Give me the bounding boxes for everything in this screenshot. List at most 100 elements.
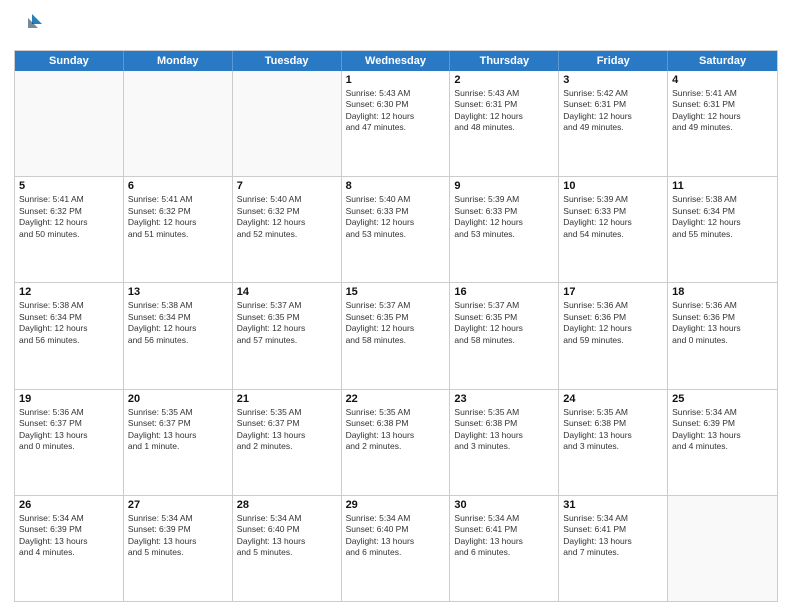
calendar-cell: 7 Sunrise: 5:40 AM Sunset: 6:32 PM Daylig… [233, 177, 342, 282]
calendar-cell: 19 Sunrise: 5:36 AM Sunset: 6:37 PM Dayli… [15, 390, 124, 495]
calendar-cell: 30 Sunrise: 5:34 AM Sunset: 6:41 PM Dayli… [450, 496, 559, 601]
day-number: 3 [563, 74, 663, 86]
cell-info: Sunrise: 5:36 AM Sunset: 6:37 PM Dayligh… [19, 407, 119, 453]
cell-info: Sunrise: 5:34 AM Sunset: 6:41 PM Dayligh… [563, 513, 663, 559]
calendar-cell: 1 Sunrise: 5:43 AM Sunset: 6:30 PM Daylig… [342, 71, 451, 176]
day-number: 9 [454, 180, 554, 192]
calendar-cell: 25Sunrise: 5:34 AM Sunset: 6:39 PM Dayli… [668, 390, 777, 495]
cell-info: Sunrise: 5:43 AM Sunset: 6:30 PM Dayligh… [346, 88, 446, 134]
calendar-cell: 29 Sunrise: 5:34 AM Sunset: 6:40 PM Dayli… [342, 496, 451, 601]
cell-info: Sunrise: 5:41 AM Sunset: 6:32 PM Dayligh… [19, 194, 119, 240]
calendar-row: 1 Sunrise: 5:43 AM Sunset: 6:30 PM Daylig… [15, 71, 777, 177]
calendar-cell: 21 Sunrise: 5:35 AM Sunset: 6:37 PM Dayli… [233, 390, 342, 495]
cell-info: Sunrise: 5:35 AM Sunset: 6:37 PM Dayligh… [128, 407, 228, 453]
calendar-cell: 26Sunrise: 5:34 AM Sunset: 6:39 PM Dayli… [15, 496, 124, 601]
cell-info: Sunrise: 5:41 AM Sunset: 6:31 PM Dayligh… [672, 88, 773, 134]
day-number: 31 [563, 499, 663, 511]
day-number: 29 [346, 499, 446, 511]
day-number: 1 [346, 74, 446, 86]
calendar-cell: 17 Sunrise: 5:36 AM Sunset: 6:36 PM Dayli… [559, 283, 668, 388]
calendar-cell: 20Sunrise: 5:35 AM Sunset: 6:37 PM Dayli… [124, 390, 233, 495]
cell-info: Sunrise: 5:36 AM Sunset: 6:36 PM Dayligh… [672, 300, 773, 346]
day-number: 11 [672, 180, 773, 192]
weekday-header: Saturday [668, 51, 777, 71]
day-number: 25 [672, 393, 773, 405]
cell-info: Sunrise: 5:37 AM Sunset: 6:35 PM Dayligh… [346, 300, 446, 346]
day-number: 30 [454, 499, 554, 511]
calendar-cell [124, 71, 233, 176]
day-number: 22 [346, 393, 446, 405]
day-number: 13 [128, 286, 228, 298]
cell-info: Sunrise: 5:34 AM Sunset: 6:39 PM Dayligh… [128, 513, 228, 559]
day-number: 23 [454, 393, 554, 405]
cell-info: Sunrise: 5:38 AM Sunset: 6:34 PM Dayligh… [128, 300, 228, 346]
cell-info: Sunrise: 5:34 AM Sunset: 6:41 PM Dayligh… [454, 513, 554, 559]
cell-info: Sunrise: 5:35 AM Sunset: 6:38 PM Dayligh… [346, 407, 446, 453]
calendar-cell [668, 496, 777, 601]
day-number: 21 [237, 393, 337, 405]
cell-info: Sunrise: 5:43 AM Sunset: 6:31 PM Dayligh… [454, 88, 554, 134]
calendar: SundayMondayTuesdayWednesdayThursdayFrid… [14, 50, 778, 602]
calendar-row: 12 Sunrise: 5:38 AM Sunset: 6:34 PM Dayli… [15, 283, 777, 389]
cell-info: Sunrise: 5:42 AM Sunset: 6:31 PM Dayligh… [563, 88, 663, 134]
day-number: 17 [563, 286, 663, 298]
calendar-cell: 4 Sunrise: 5:41 AM Sunset: 6:31 PM Daylig… [668, 71, 777, 176]
calendar-cell: 16Sunrise: 5:37 AM Sunset: 6:35 PM Dayli… [450, 283, 559, 388]
cell-info: Sunrise: 5:35 AM Sunset: 6:38 PM Dayligh… [454, 407, 554, 453]
calendar-cell: 8 Sunrise: 5:40 AM Sunset: 6:33 PM Daylig… [342, 177, 451, 282]
weekday-header: Monday [124, 51, 233, 71]
calendar-cell: 24Sunrise: 5:35 AM Sunset: 6:38 PM Dayli… [559, 390, 668, 495]
calendar-cell: 13 Sunrise: 5:38 AM Sunset: 6:34 PM Dayli… [124, 283, 233, 388]
day-number: 27 [128, 499, 228, 511]
day-number: 5 [19, 180, 119, 192]
cell-info: Sunrise: 5:39 AM Sunset: 6:33 PM Dayligh… [563, 194, 663, 240]
cell-info: Sunrise: 5:35 AM Sunset: 6:38 PM Dayligh… [563, 407, 663, 453]
cell-info: Sunrise: 5:38 AM Sunset: 6:34 PM Dayligh… [672, 194, 773, 240]
day-number: 8 [346, 180, 446, 192]
cell-info: Sunrise: 5:37 AM Sunset: 6:35 PM Dayligh… [454, 300, 554, 346]
day-number: 7 [237, 180, 337, 192]
weekday-header: Sunday [15, 51, 124, 71]
calendar-row: 19 Sunrise: 5:36 AM Sunset: 6:37 PM Dayli… [15, 390, 777, 496]
calendar-cell: 14 Sunrise: 5:37 AM Sunset: 6:35 PM Dayli… [233, 283, 342, 388]
cell-info: Sunrise: 5:36 AM Sunset: 6:36 PM Dayligh… [563, 300, 663, 346]
calendar-cell [233, 71, 342, 176]
page: SundayMondayTuesdayWednesdayThursdayFrid… [0, 0, 792, 612]
cell-info: Sunrise: 5:35 AM Sunset: 6:37 PM Dayligh… [237, 407, 337, 453]
weekday-header: Friday [559, 51, 668, 71]
calendar-cell: 2 Sunrise: 5:43 AM Sunset: 6:31 PM Daylig… [450, 71, 559, 176]
day-number: 26 [19, 499, 119, 511]
weekday-header: Thursday [450, 51, 559, 71]
calendar-body: 1 Sunrise: 5:43 AM Sunset: 6:30 PM Daylig… [15, 71, 777, 601]
calendar-cell: 10 Sunrise: 5:39 AM Sunset: 6:33 PM Dayli… [559, 177, 668, 282]
day-number: 15 [346, 286, 446, 298]
weekday-header: Wednesday [342, 51, 451, 71]
cell-info: Sunrise: 5:38 AM Sunset: 6:34 PM Dayligh… [19, 300, 119, 346]
calendar-cell: 3 Sunrise: 5:42 AM Sunset: 6:31 PM Daylig… [559, 71, 668, 176]
logo [14, 10, 50, 42]
logo-icon [14, 10, 46, 42]
day-number: 4 [672, 74, 773, 86]
day-number: 14 [237, 286, 337, 298]
day-number: 2 [454, 74, 554, 86]
calendar-cell: 31 Sunrise: 5:34 AM Sunset: 6:41 PM Dayli… [559, 496, 668, 601]
cell-info: Sunrise: 5:39 AM Sunset: 6:33 PM Dayligh… [454, 194, 554, 240]
calendar-cell: 23 Sunrise: 5:35 AM Sunset: 6:38 PM Dayli… [450, 390, 559, 495]
calendar-cell [15, 71, 124, 176]
cell-info: Sunrise: 5:34 AM Sunset: 6:40 PM Dayligh… [346, 513, 446, 559]
calendar-cell: 18Sunrise: 5:36 AM Sunset: 6:36 PM Dayli… [668, 283, 777, 388]
day-number: 19 [19, 393, 119, 405]
calendar-cell: 27 Sunrise: 5:34 AM Sunset: 6:39 PM Dayli… [124, 496, 233, 601]
calendar-cell: 6Sunrise: 5:41 AM Sunset: 6:32 PM Daylig… [124, 177, 233, 282]
calendar-cell: 28Sunrise: 5:34 AM Sunset: 6:40 PM Dayli… [233, 496, 342, 601]
calendar-cell: 12 Sunrise: 5:38 AM Sunset: 6:34 PM Dayli… [15, 283, 124, 388]
cell-info: Sunrise: 5:40 AM Sunset: 6:32 PM Dayligh… [237, 194, 337, 240]
calendar-cell: 22 Sunrise: 5:35 AM Sunset: 6:38 PM Dayli… [342, 390, 451, 495]
day-number: 6 [128, 180, 228, 192]
weekday-header: Tuesday [233, 51, 342, 71]
cell-info: Sunrise: 5:37 AM Sunset: 6:35 PM Dayligh… [237, 300, 337, 346]
calendar-row: 26 Sunrise: 5:34 AM Sunset: 6:39 PM Dayli… [15, 496, 777, 601]
day-number: 12 [19, 286, 119, 298]
day-number: 10 [563, 180, 663, 192]
cell-info: Sunrise: 5:40 AM Sunset: 6:33 PM Dayligh… [346, 194, 446, 240]
